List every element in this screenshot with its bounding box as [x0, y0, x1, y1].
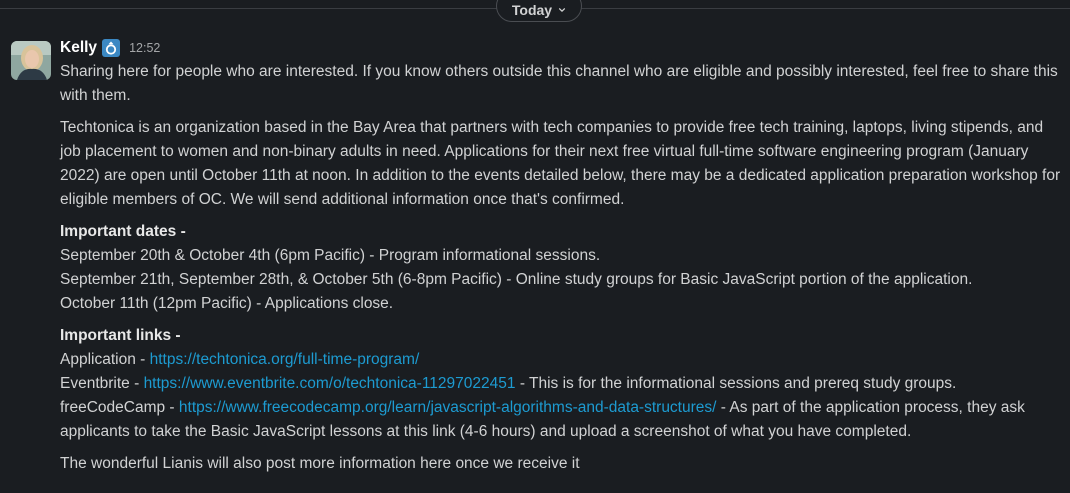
freecodecamp-link[interactable]: https://www.freecodecamp.org/learn/javas… — [179, 399, 717, 416]
link-prefix: freeCodeCamp - — [60, 399, 179, 416]
link-suffix: - This is for the informational sessions… — [515, 375, 957, 392]
link-prefix: Eventbrite - — [60, 375, 144, 392]
application-link[interactable]: https://techtonica.org/full-time-program… — [150, 351, 420, 368]
message-paragraph-about: Techtonica is an organization based in t… — [60, 119, 1061, 208]
link-prefix: Application - — [60, 351, 150, 368]
links-section: Important links - Application - https://… — [60, 324, 1064, 444]
ring-emoji-icon[interactable] — [102, 39, 121, 57]
links-heading: Important links - — [60, 327, 181, 344]
author-name[interactable]: Kelly — [60, 36, 97, 60]
eventbrite-link[interactable]: https://www.eventbrite.com/o/techtonica-… — [144, 375, 516, 392]
timestamp[interactable]: 12:52 — [129, 36, 160, 60]
date-line: September 21th, September 28th, & Octobe… — [60, 271, 973, 288]
link-line-freecodecamp: freeCodeCamp - https://www.freecodecamp.… — [60, 396, 1064, 444]
chevron-down-icon — [559, 8, 566, 12]
day-divider-label: Today — [511, 2, 553, 18]
link-line-eventbrite: Eventbrite - https://www.eventbrite.com/… — [60, 372, 1064, 396]
message-header: Kelly 12:52 — [60, 36, 1064, 60]
date-line: October 11th (12pm Pacific) - Applicatio… — [60, 295, 394, 312]
day-divider-button[interactable]: Today — [496, 0, 582, 22]
message-paragraph-intro: Sharing here for people who are interest… — [60, 63, 1058, 104]
dates-section: Important dates - September 20th & Octob… — [60, 220, 1064, 316]
avatar[interactable] — [11, 41, 51, 80]
date-line: September 20th & October 4th (6pm Pacifi… — [60, 247, 601, 264]
dates-heading: Important dates - — [60, 223, 186, 240]
message-paragraph-closing: The wonderful Lianis will also post more… — [60, 455, 580, 472]
link-line-application: Application - https://techtonica.org/ful… — [60, 348, 1064, 372]
message: Kelly 12:52 Sharing here for people who … — [60, 36, 1064, 476]
